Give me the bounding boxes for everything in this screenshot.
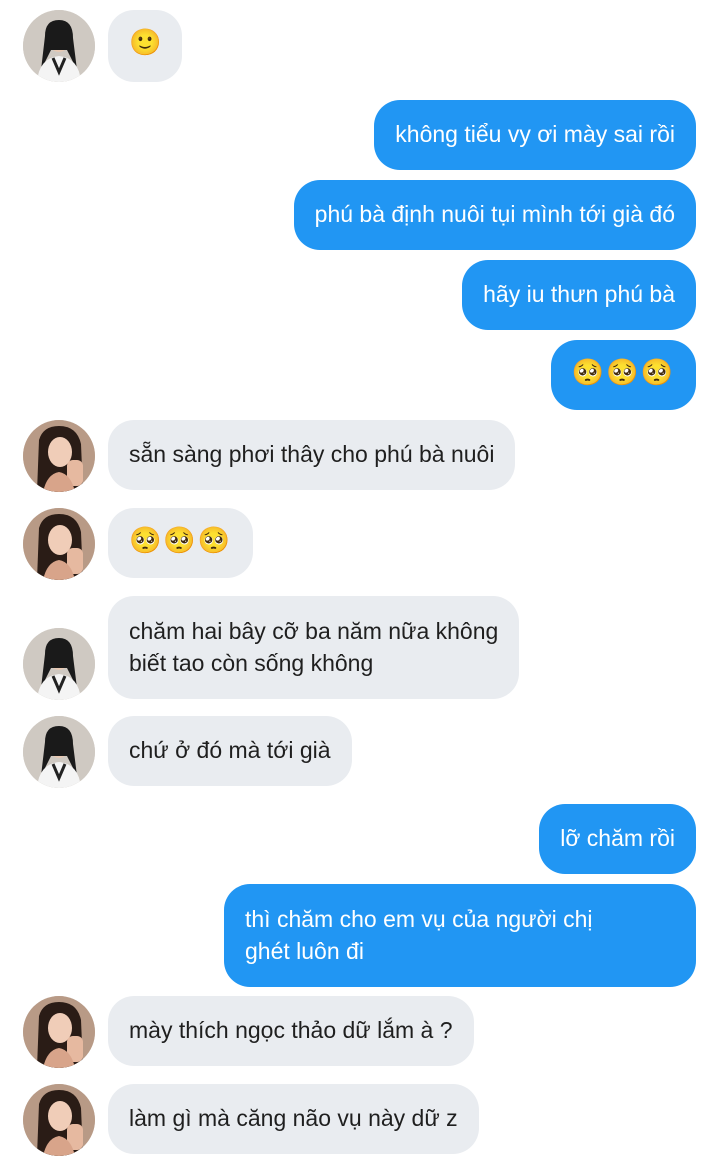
avatar[interactable] — [23, 996, 95, 1068]
avatar[interactable] — [23, 508, 95, 580]
incoming-message-bubble[interactable]: chứ ở đó mà tới già — [108, 716, 352, 786]
message-text-line: biết tao còn sống không — [129, 650, 374, 676]
avatar[interactable] — [23, 10, 95, 82]
incoming-message-bubble[interactable]: chăm hai bây cỡ ba năm nữa không biết ta… — [108, 596, 520, 699]
incoming-message-bubble[interactable]: mày thích ngọc thảo dữ lắm à ? — [108, 996, 474, 1066]
message-text: phú bà định nuôi tụi mình tới già đó — [314, 201, 675, 227]
message-text: làm gì mà căng não vụ này dữ z — [129, 1105, 458, 1131]
message-text: lỡ chăm rồi — [560, 825, 675, 851]
incoming-message-bubble[interactable]: sẵn sàng phơi thây cho phú bà nuôi — [108, 420, 516, 490]
message-text: 🙂 — [129, 27, 164, 57]
incoming-message-bubble[interactable]: 🥺🥺🥺 — [108, 508, 254, 578]
outgoing-message-bubble[interactable]: lỡ chăm rồi — [539, 804, 696, 874]
message-text: hãy iu thưn phú bà — [483, 281, 675, 307]
avatar[interactable] — [23, 420, 95, 492]
message-text-line: thì chăm cho em vụ của người chị — [245, 906, 593, 932]
message-text-line: chăm hai bây cỡ ba năm nữa không — [129, 618, 499, 644]
outgoing-message-bubble[interactable]: hãy iu thưn phú bà — [462, 260, 696, 330]
chat-thread: 🙂 không tiểu vy ơi mày sai rồi phú bà đị… — [0, 0, 720, 1163]
avatar[interactable] — [23, 1084, 95, 1156]
outgoing-message-bubble[interactable]: thì chăm cho em vụ của người chị ghét lu… — [224, 884, 696, 987]
message-text: chứ ở đó mà tới già — [129, 737, 331, 763]
message-text-line: ghét luôn đi — [245, 938, 364, 964]
incoming-message-bubble[interactable]: 🙂 — [108, 10, 182, 82]
outgoing-message-bubble[interactable]: không tiểu vy ơi mày sai rồi — [374, 100, 696, 170]
outgoing-message-bubble[interactable]: phú bà định nuôi tụi mình tới già đó — [293, 180, 696, 250]
message-text: mày thích ngọc thảo dữ lắm à ? — [129, 1017, 453, 1043]
outgoing-message-bubble[interactable]: 🥺🥺🥺 — [550, 340, 696, 410]
message-text: 🥺🥺🥺 — [129, 525, 233, 555]
message-text: 🥺🥺🥺 — [571, 357, 675, 387]
message-text: không tiểu vy ơi mày sai rồi — [395, 121, 675, 147]
avatar[interactable] — [23, 716, 95, 788]
avatar[interactable] — [23, 628, 95, 700]
incoming-message-bubble[interactable]: làm gì mà căng não vụ này dữ z — [108, 1084, 479, 1154]
message-text: sẵn sàng phơi thây cho phú bà nuôi — [129, 441, 495, 467]
